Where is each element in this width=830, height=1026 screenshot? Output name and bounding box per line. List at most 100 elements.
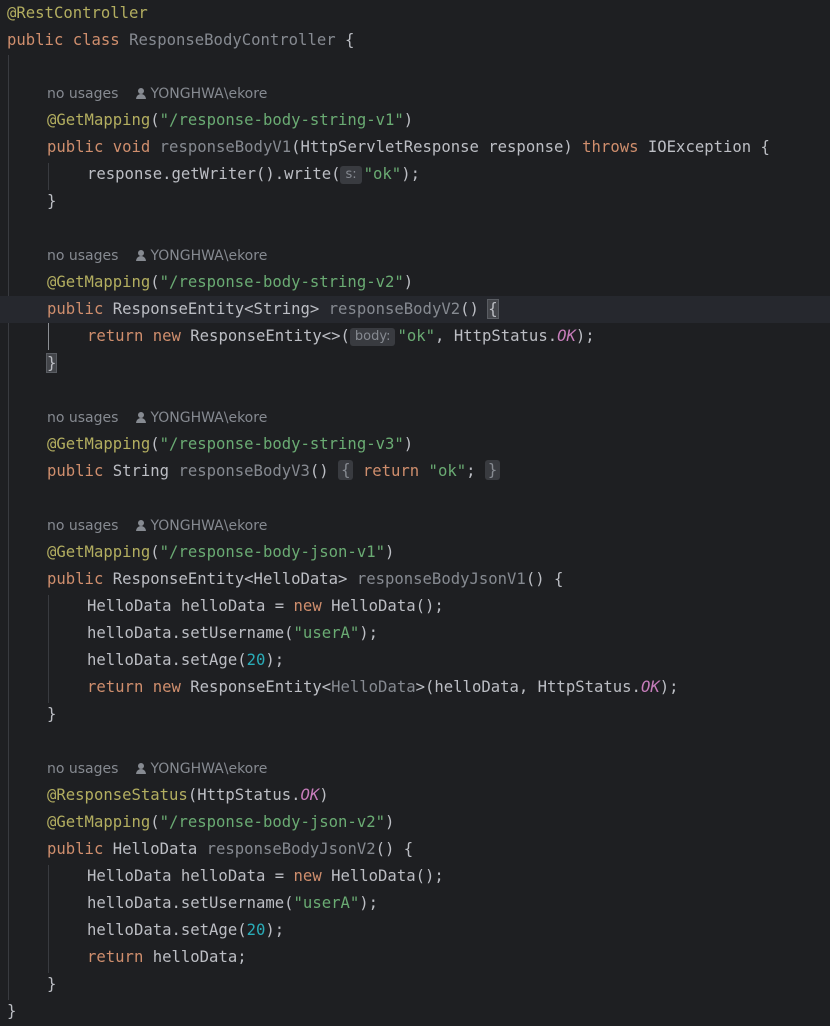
usage-hint[interactable]: no usages YONGHWA\ekore (0, 243, 830, 270)
code-line-current[interactable]: public ResponseEntity<String> responseBo… (0, 296, 830, 323)
brace: { (335, 31, 355, 49)
method-name: responseBodyV2 (328, 300, 461, 318)
string-literal: "ok" (397, 327, 436, 345)
code-line[interactable]: helloData.setUsername("userA"); (0, 890, 830, 917)
exception: IOException { (638, 138, 770, 156)
keyword: public (47, 840, 104, 858)
code-line[interactable]: public void responseBodyV1(HttpServletRe… (0, 134, 830, 161)
code-line[interactable]: public class ResponseBodyController { (0, 27, 830, 54)
string-literal: "/response-body-string-v3" (159, 435, 404, 453)
keyword: public (47, 300, 104, 318)
code-line[interactable]: HelloData helloData = new HelloData(); (0, 863, 830, 890)
punctuation: ); (575, 327, 595, 345)
statement: (HttpStatus. (187, 786, 301, 804)
matched-brace: } (45, 353, 58, 373)
user-icon (136, 763, 147, 774)
code-line[interactable]: @GetMapping("/response-body-string-v3") (0, 431, 830, 458)
statement: >(helloData, HttpStatus. (415, 678, 641, 696)
code-line[interactable]: helloData.setAge(20); (0, 917, 830, 944)
code-line[interactable]: public HelloData responseBodyJsonV2() { (0, 836, 830, 863)
string-literal: "ok" (419, 462, 467, 480)
code-line[interactable]: response.getWriter().write(s: "ok"); (0, 161, 830, 188)
statement: helloData.setUsername( (87, 894, 294, 912)
code-editor[interactable]: @RestController public class ResponseBod… (0, 0, 830, 1026)
user-icon (136, 412, 147, 423)
code-line[interactable]: @GetMapping("/response-body-json-v2") (0, 809, 830, 836)
string-literal: "/response-body-json-v1" (159, 543, 385, 561)
code-line[interactable]: helloData.setAge(20); (0, 647, 830, 674)
punctuation: ); (359, 894, 379, 912)
code-line[interactable]: } (0, 188, 830, 215)
code-line[interactable]: @GetMapping("/response-body-string-v2") (0, 269, 830, 296)
statement: ResponseEntity< (180, 678, 332, 696)
statement: response.getWriter().write( (87, 165, 341, 183)
punctuation: ; (466, 462, 485, 480)
code-line[interactable]: return helloData; (0, 944, 830, 971)
usage-hint[interactable]: no usages YONGHWA\ekore (0, 405, 830, 432)
user-icon (136, 88, 147, 99)
annotation: @RestController (7, 4, 148, 22)
code-line[interactable]: @ResponseStatus(HttpStatus.OK) (0, 782, 830, 809)
statement: helloData; (143, 948, 247, 966)
code-line[interactable]: public String responseBodyV3() { return … (0, 458, 830, 485)
usage-hint-text: no usages (47, 518, 119, 534)
usage-hint-author: YONGHWA\ekore (150, 248, 268, 264)
code-line[interactable]: } (0, 350, 830, 377)
code-line[interactable]: helloData.setUsername("userA"); (0, 620, 830, 647)
method-name: responseBodyJsonV1 (356, 570, 526, 588)
code-line[interactable]: } (0, 701, 830, 728)
usage-hint-author: YONGHWA\ekore (150, 761, 268, 777)
punctuation: ); (265, 921, 285, 939)
code-line[interactable]: } (0, 971, 830, 998)
type-argument: HelloData (331, 678, 416, 696)
punctuation: ); (265, 651, 285, 669)
parameter-hint: s: (340, 166, 362, 184)
usage-hint[interactable]: no usages YONGHWA\ekore (0, 513, 830, 540)
punctuation: () (460, 300, 489, 318)
string-literal: "/response-body-string-v1" (159, 111, 404, 129)
method-name: responseBodyJsonV2 (206, 840, 376, 858)
keyword: public (47, 462, 104, 480)
code-line[interactable]: @GetMapping("/response-body-string-v1") (0, 107, 830, 134)
code-line[interactable]: public ResponseEntity<HelloData> respons… (0, 566, 830, 593)
usage-hint[interactable]: no usages YONGHWA\ekore (0, 756, 830, 783)
class-name: ResponseBodyController (129, 31, 336, 49)
annotation: @GetMapping (47, 111, 151, 129)
constant: OK (640, 678, 660, 696)
constant: OK (557, 327, 576, 345)
code-line[interactable]: @RestController (0, 0, 830, 27)
usage-hint[interactable]: no usages YONGHWA\ekore (0, 81, 830, 108)
brace: } (47, 705, 57, 723)
statement: HelloData(); (321, 867, 444, 885)
keyword: public class (7, 31, 120, 49)
punctuation: ); (401, 165, 420, 183)
punctuation: ); (659, 678, 679, 696)
keyword: new (293, 867, 322, 885)
method-name: responseBodyV3 (178, 462, 310, 480)
code-line[interactable]: @GetMapping("/response-body-json-v1") (0, 539, 830, 566)
annotation: @ResponseStatus (47, 786, 188, 804)
keyword: public (47, 570, 104, 588)
constant: OK (300, 786, 320, 804)
usage-hint-text: no usages (47, 86, 119, 102)
statement: HelloData(); (321, 597, 444, 615)
keyword: return (353, 462, 420, 480)
code-line[interactable]: return new ResponseEntity<>(body: "ok", H… (0, 323, 830, 350)
brace: } (47, 975, 57, 993)
brace: } (47, 192, 57, 210)
folded-brace[interactable]: } (484, 460, 501, 480)
code-line[interactable]: HelloData helloData = new HelloData(); (0, 593, 830, 620)
annotation: @GetMapping (47, 543, 151, 561)
statement: , HttpStatus. (435, 327, 558, 345)
code-line[interactable]: } (0, 998, 830, 1025)
keyword: new (293, 597, 322, 615)
keyword: return (87, 948, 144, 966)
folded-brace[interactable]: { (338, 460, 354, 480)
keyword: return new (87, 327, 181, 345)
punctuation: () (309, 462, 339, 480)
params: (HttpServletResponse response) (291, 138, 583, 156)
statement: helloData.setAge( (87, 921, 247, 939)
annotation: @GetMapping (47, 435, 151, 453)
string-literal: "ok" (363, 165, 402, 183)
code-line[interactable]: return new ResponseEntity<HelloData>(hel… (0, 674, 830, 701)
